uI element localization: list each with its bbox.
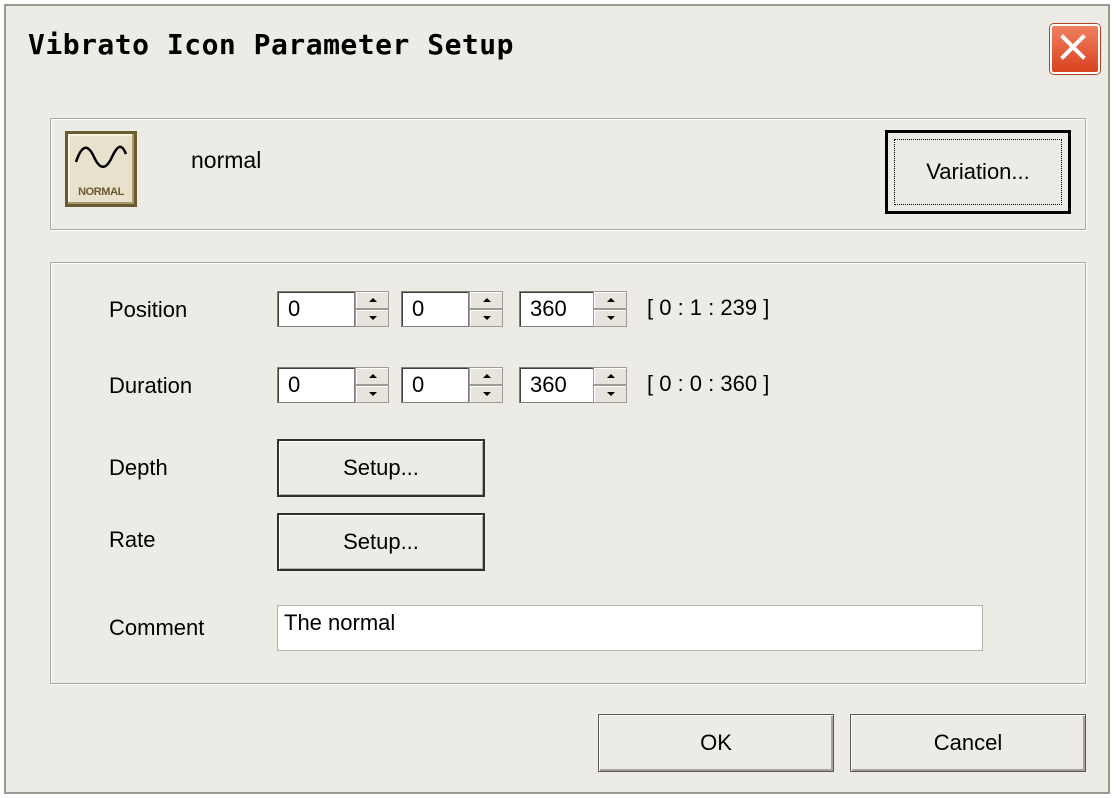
duration-readout: [ 0 : 0 : 360 ] xyxy=(647,371,770,396)
variation-button[interactable]: Variation... xyxy=(885,130,1071,214)
ok-button-label: OK xyxy=(700,730,732,755)
spin-up-button[interactable] xyxy=(355,291,389,309)
title-bar[interactable]: Vibrato Icon Parameter Setup xyxy=(6,6,1108,94)
sine-wave-icon xyxy=(74,145,128,168)
spin-up-button[interactable] xyxy=(469,367,503,385)
depth-setup-label: Setup... xyxy=(343,455,419,480)
duration-spinner-1[interactable] xyxy=(355,367,389,403)
position-field-3[interactable]: 360 xyxy=(519,291,595,327)
spin-up-button[interactable] xyxy=(593,291,627,309)
duration-field-2[interactable]: 0 xyxy=(401,367,469,403)
spin-down-button[interactable] xyxy=(593,309,627,327)
vibrato-type-name: normal xyxy=(191,147,262,173)
depth-label: Depth xyxy=(109,455,168,480)
cancel-button[interactable]: Cancel xyxy=(850,714,1086,772)
spin-up-button[interactable] xyxy=(469,291,503,309)
vibrato-icon-label: NORMAL xyxy=(78,186,124,198)
focus-rectangle xyxy=(894,139,1062,205)
dialog-window: Vibrato Icon Parameter Setup NORMAL norm… xyxy=(4,4,1110,794)
rate-setup-button[interactable]: Setup... xyxy=(277,513,485,571)
position-spinner-2[interactable] xyxy=(469,291,503,327)
ok-button[interactable]: OK xyxy=(598,714,834,772)
comment-input[interactable]: The normal xyxy=(277,605,983,651)
position-field-1[interactable]: 0 xyxy=(277,291,355,327)
position-spinner-1[interactable] xyxy=(355,291,389,327)
parameters-group: Position 0 0 360 [ 0 : 1 : 239 ] Duratio… xyxy=(50,262,1086,684)
position-field-2[interactable]: 0 xyxy=(401,291,469,327)
spin-down-button[interactable] xyxy=(469,309,503,327)
window-title: Vibrato Icon Parameter Setup xyxy=(28,28,515,61)
duration-spinner-2[interactable] xyxy=(469,367,503,403)
duration-field-3[interactable]: 360 xyxy=(519,367,595,403)
spin-down-button[interactable] xyxy=(355,385,389,403)
duration-field-1[interactable]: 0 xyxy=(277,367,355,403)
spin-up-button[interactable] xyxy=(355,367,389,385)
spin-down-button[interactable] xyxy=(593,385,627,403)
cancel-button-label: Cancel xyxy=(933,730,1003,755)
spin-down-button[interactable] xyxy=(355,309,389,327)
header-group: NORMAL normal Variation... xyxy=(50,118,1086,230)
close-icon xyxy=(1060,34,1086,60)
spin-up-button[interactable] xyxy=(593,367,627,385)
close-button[interactable] xyxy=(1050,24,1100,74)
depth-setup-button[interactable]: Setup... xyxy=(277,439,485,497)
rate-setup-label: Setup... xyxy=(343,529,419,554)
position-readout: [ 0 : 1 : 239 ] xyxy=(647,295,770,320)
vibrato-wave-icon: NORMAL xyxy=(65,131,137,207)
duration-label: Duration xyxy=(109,373,193,398)
rate-label: Rate xyxy=(109,527,156,552)
position-spinner-3[interactable] xyxy=(593,291,627,327)
position-label: Position xyxy=(109,297,188,322)
duration-spinner-3[interactable] xyxy=(593,367,627,403)
spin-down-button[interactable] xyxy=(469,385,503,403)
comment-label: Comment xyxy=(109,615,205,640)
